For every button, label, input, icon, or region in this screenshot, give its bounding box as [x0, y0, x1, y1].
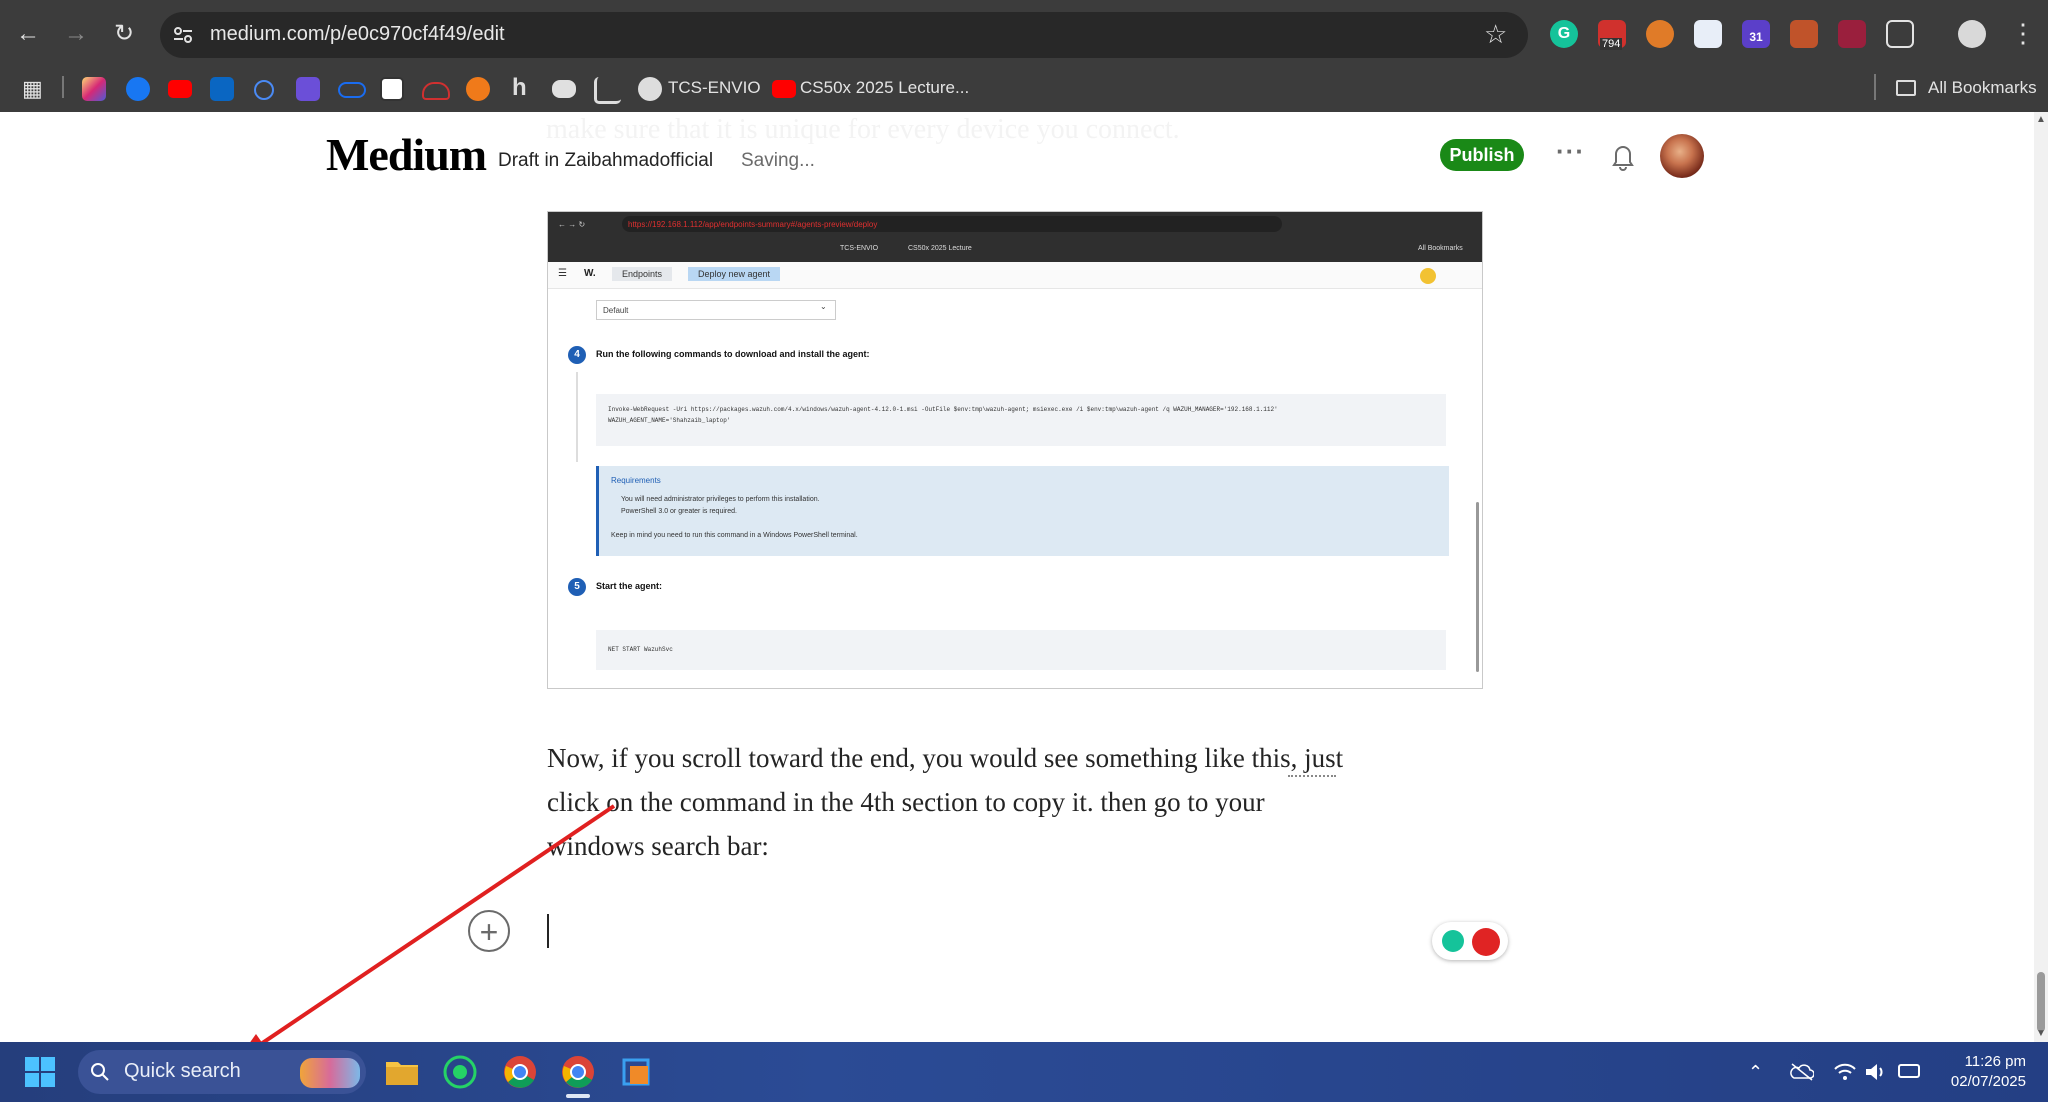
active-app-indicator	[566, 1094, 590, 1098]
onedrive-off-icon[interactable]	[1790, 1062, 1815, 1082]
wifi-icon[interactable]	[1834, 1062, 1856, 1082]
chrome-active-icon[interactable]	[558, 1052, 598, 1092]
chrome-icon[interactable]	[500, 1052, 540, 1092]
whatsapp-icon[interactable]	[440, 1052, 480, 1092]
battery-icon[interactable]	[1898, 1064, 1920, 1078]
file-explorer-icon[interactable]	[382, 1052, 422, 1092]
taskbar-clock[interactable]: 11:26 pm 02/07/2025	[1930, 1052, 2026, 1092]
search-highlight-icon	[300, 1058, 360, 1088]
snipping-tool-icon[interactable]	[616, 1052, 656, 1092]
clock-time: 11:26 pm	[1964, 1053, 2026, 1070]
clock-date: 02/07/2025	[1950, 1073, 2026, 1090]
show-hidden-icons-icon[interactable]: ⌃	[1748, 1062, 1763, 1083]
windows-start-icon[interactable]	[24, 1056, 56, 1088]
annotation-arrow	[236, 804, 616, 1062]
volume-icon[interactable]	[1864, 1062, 1888, 1082]
search-icon	[90, 1062, 110, 1082]
search-placeholder[interactable]: Quick search	[124, 1060, 241, 1083]
